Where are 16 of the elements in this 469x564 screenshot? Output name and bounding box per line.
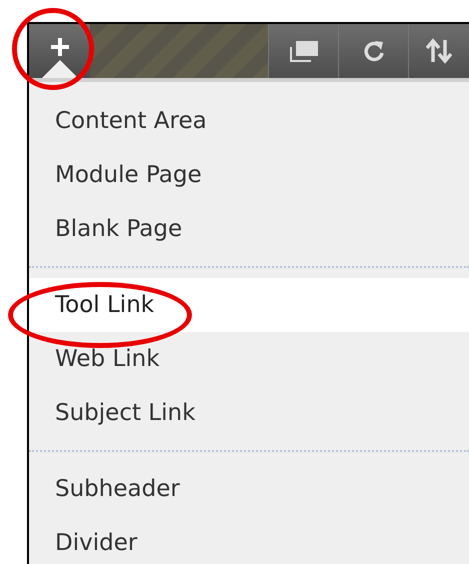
menu-item[interactable]: Subject Link: [29, 386, 469, 440]
sort-arrows-icon: [426, 38, 452, 64]
menu-item[interactable]: Tool Link: [29, 278, 469, 332]
plus-icon: [48, 36, 70, 58]
menu-item[interactable]: Blank Page: [29, 202, 469, 256]
add-button[interactable]: [29, 24, 90, 78]
sort-button[interactable]: [408, 24, 469, 78]
refresh-button[interactable]: [338, 24, 408, 78]
menu-item[interactable]: Subheader: [29, 462, 469, 516]
menu-item[interactable]: Web Link: [29, 332, 469, 386]
refresh-icon: [362, 39, 386, 63]
menu-item[interactable]: Module Page: [29, 148, 469, 202]
window-icon-button[interactable]: [268, 24, 338, 78]
menu-item[interactable]: Content Area: [29, 94, 469, 148]
windows-icon: [288, 39, 320, 63]
menu-item[interactable]: Divider: [29, 516, 469, 564]
